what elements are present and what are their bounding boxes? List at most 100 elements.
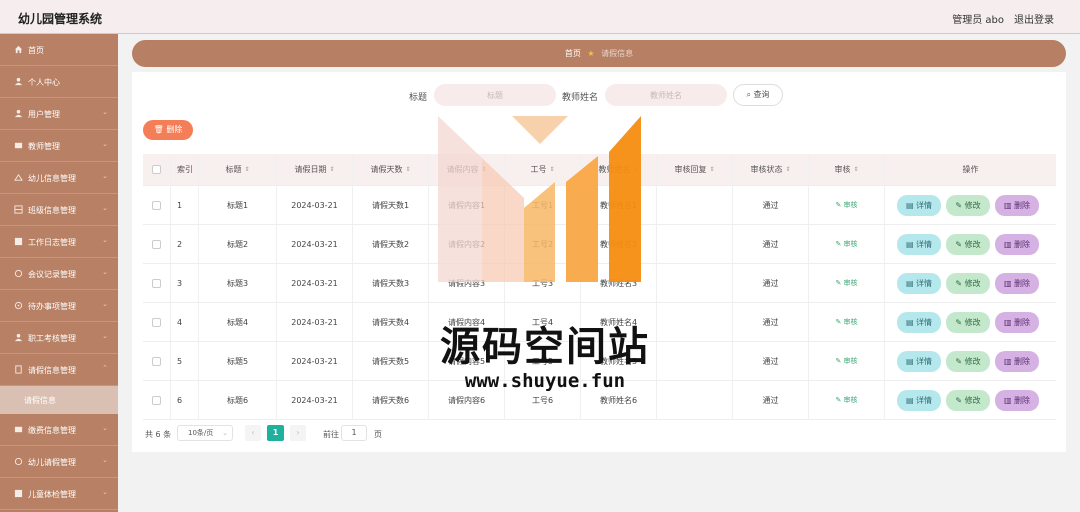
cell-content: 请假内容6 [429, 381, 505, 419]
detail-button[interactable]: ▤ 详情 [897, 234, 941, 255]
audit-link[interactable]: ✎ 审核 [835, 317, 857, 327]
row-select[interactable] [143, 303, 171, 341]
sidebar-item-label: 待办事项管理 [28, 302, 76, 311]
cell-status: 通过 [733, 381, 809, 419]
edit-icon: ✎ [835, 279, 844, 287]
sidebar-item-child-leave[interactable]: 幼儿请假管理 ⌄ [0, 446, 118, 478]
sidebar-item-profile[interactable]: 个人中心 [0, 66, 118, 98]
detail-button[interactable]: ▤ 详情 [897, 390, 941, 411]
header-status[interactable]: 审核状态 ⇕ [733, 154, 809, 185]
cell-work-no: 工号4 [505, 303, 581, 341]
cell-title: 标题3 [199, 264, 277, 302]
chevron-up-icon: ⌃ [102, 364, 108, 372]
page-number-current[interactable]: 1 [267, 425, 284, 441]
logout-button[interactable]: 退出登录 [1014, 11, 1054, 26]
header-reply[interactable]: 审核回复 ⇕ [657, 154, 733, 185]
header-content[interactable]: 请假内容 ⇕ [429, 154, 505, 185]
sidebar-item-label: 幼儿信息管理 [28, 174, 76, 183]
sidebar-item-meeting[interactable]: 会议记录管理 ⌄ [0, 258, 118, 290]
header-audit[interactable]: 审核 ⇕ [809, 154, 885, 185]
sidebar-item-teachers[interactable]: 教师管理 ⌄ [0, 130, 118, 162]
header-select-all[interactable] [143, 154, 171, 185]
cell-status: 通过 [733, 186, 809, 224]
delete-button[interactable]: ▥ 删除 [995, 234, 1039, 255]
sidebar-item-leave-info[interactable]: 请假信息管理 ⌃ [0, 354, 118, 386]
sidebar-item-users[interactable]: 用户管理 ⌄ [0, 98, 118, 130]
child-leave-icon [14, 457, 23, 466]
sidebar-item-todo[interactable]: 待办事项管理 ⌄ [0, 290, 118, 322]
row-select[interactable] [143, 225, 171, 263]
sidebar-item-child-info[interactable]: 幼儿信息管理 ⌄ [0, 162, 118, 194]
delete-button[interactable]: ▥ 删除 [995, 273, 1039, 294]
audit-link[interactable]: ✎ 审核 [835, 239, 857, 249]
sidebar-item-payment[interactable]: 缴费信息管理 ⌄ [0, 414, 118, 446]
sidebar-item-health-check[interactable]: 儿童体检管理 ⌄ [0, 478, 118, 510]
cell-work-no: 工号1 [505, 186, 581, 224]
sort-icon: ⇕ [633, 166, 639, 173]
cell-teacher: 教师姓名1 [581, 186, 657, 224]
header-teacher[interactable]: 教师姓名 ⇕ [581, 154, 657, 185]
sidebar-item-home[interactable]: 首页 [0, 34, 118, 66]
delete-button[interactable]: ▥ 删除 [995, 195, 1039, 216]
row-select[interactable] [143, 264, 171, 302]
cell-teacher: 教师姓名2 [581, 225, 657, 263]
trash-icon: ▥ [1003, 240, 1015, 249]
edit-button[interactable]: ✎ 修改 [946, 234, 990, 255]
detail-button[interactable]: ▤ 详情 [897, 312, 941, 333]
sidebar-item-work-log[interactable]: 工作日志管理 ⌄ [0, 226, 118, 258]
audit-link[interactable]: ✎ 审核 [835, 200, 857, 210]
checkbox[interactable] [152, 165, 161, 174]
teacher-icon [14, 142, 23, 149]
header-work-no[interactable]: 工号 ⇕ [505, 154, 581, 185]
prev-page-button[interactable]: ‹ [245, 425, 261, 441]
goto-page-input[interactable]: 1 [341, 425, 367, 441]
header-date[interactable]: 请假日期 ⇕ [277, 154, 353, 185]
checkbox[interactable] [152, 239, 161, 249]
edit-button[interactable]: ✎ 修改 [946, 195, 990, 216]
delete-button[interactable]: ▥ 删除 [995, 390, 1039, 411]
health-icon [14, 489, 23, 498]
edit-button[interactable]: ✎ 修改 [946, 390, 990, 411]
checkbox[interactable] [152, 278, 161, 288]
sidebar-item-staff-assess[interactable]: 职工考核管理 ⌄ [0, 322, 118, 354]
edit-button[interactable]: ✎ 修改 [946, 273, 990, 294]
delete-button[interactable]: ▥ 删除 [995, 351, 1039, 372]
users-icon [14, 109, 23, 118]
admin-user[interactable]: 管理员 abo [952, 11, 1004, 26]
next-page-button[interactable]: › [290, 425, 306, 441]
sidebar-item-label: 缴费信息管理 [28, 426, 76, 435]
detail-button[interactable]: ▤ 详情 [897, 195, 941, 216]
delete-button[interactable]: ▥ 删除 [995, 312, 1039, 333]
cell-content: 请假内容5 [429, 342, 505, 380]
teacher-input[interactable] [605, 84, 727, 106]
edit-button[interactable]: ✎ 修改 [946, 351, 990, 372]
checkbox[interactable] [152, 356, 161, 366]
checkbox[interactable] [152, 200, 161, 210]
cell-actions: ▤ 详情 ✎ 修改 ▥ 删除 [885, 303, 1056, 341]
detail-button[interactable]: ▤ 详情 [897, 351, 941, 372]
cell-index: 1 [171, 186, 199, 224]
detail-button[interactable]: ▤ 详情 [897, 273, 941, 294]
page-size-select[interactable]: 10条/页 ⌄ [177, 425, 233, 441]
checkbox[interactable] [152, 395, 161, 405]
sidebar-item-class-info[interactable]: 班级信息管理 ⌄ [0, 194, 118, 226]
sidebar-subitem-leave[interactable]: 请假信息 [0, 386, 118, 414]
breadcrumb-home[interactable]: 首页 [565, 49, 581, 58]
checkbox[interactable] [152, 317, 161, 327]
cell-reply [657, 264, 733, 302]
title-input[interactable] [434, 84, 556, 106]
audit-link[interactable]: ✎ 审核 [835, 395, 857, 405]
header-days[interactable]: 请假天数 ⇕ [353, 154, 429, 185]
row-select[interactable] [143, 381, 171, 419]
trash-icon: ▥ [1003, 357, 1015, 366]
search-button[interactable]: ⌕ 查询 [733, 84, 783, 106]
edit-button[interactable]: ✎ 修改 [946, 312, 990, 333]
header-title[interactable]: 标题 ⇕ [199, 154, 277, 185]
table-row: 1 标题1 2024-03-21 请假天数1 请假内容1 工号1 教师姓名1 通过 ✎ 审核 ▤ … [143, 186, 1056, 225]
row-select[interactable] [143, 186, 171, 224]
chevron-down-icon: ⌄ [222, 429, 228, 437]
audit-link[interactable]: ✎ 审核 [835, 356, 857, 366]
row-select[interactable] [143, 342, 171, 380]
batch-delete-button[interactable]: 🗑 删除 [143, 120, 193, 140]
audit-link[interactable]: ✎ 审核 [835, 278, 857, 288]
